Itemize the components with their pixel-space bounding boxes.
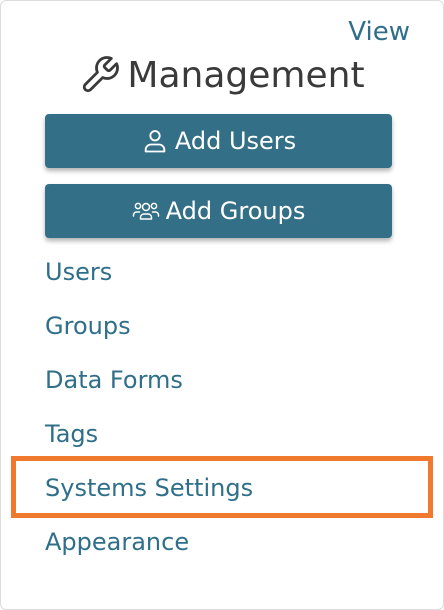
add-groups-label: Add Groups (165, 197, 306, 225)
highlight-box (11, 456, 433, 518)
nav-link-data-forms[interactable]: Data Forms (45, 366, 183, 394)
management-panel: View Management Add Users Add Groups Use… (0, 0, 444, 610)
nav-link-appearance[interactable]: Appearance (45, 528, 189, 556)
users-group-icon (132, 202, 159, 220)
user-icon (144, 130, 166, 153)
wrench-icon (83, 56, 120, 93)
add-users-button[interactable]: Add Users (45, 114, 392, 168)
add-users-label: Add Users (174, 127, 297, 155)
nav-link-groups[interactable]: Groups (45, 312, 131, 340)
panel-title: Management (1, 51, 443, 99)
view-link[interactable]: View (348, 17, 410, 47)
panel-title-text: Management (127, 54, 365, 96)
add-groups-button[interactable]: Add Groups (45, 184, 392, 238)
nav-link-tags[interactable]: Tags (45, 420, 98, 448)
nav-link-users[interactable]: Users (45, 258, 112, 286)
